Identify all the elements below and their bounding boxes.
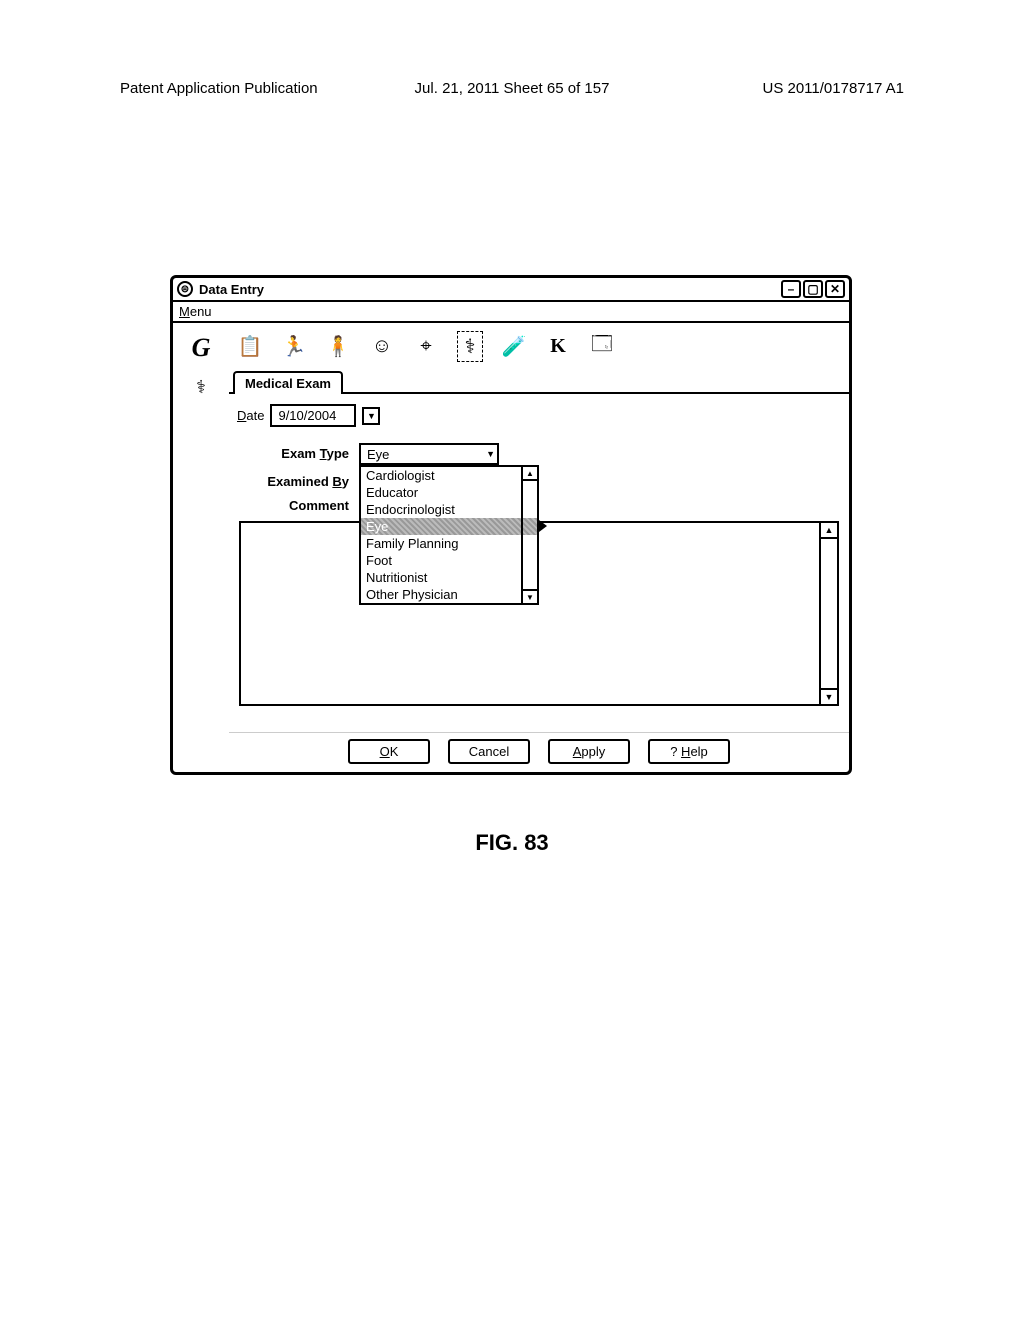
toolbar-icon-2[interactable]: 🏃 xyxy=(281,334,307,359)
maximize-button[interactable]: ▢ xyxy=(803,280,823,298)
scroll-down-icon[interactable]: ▼ xyxy=(523,589,537,603)
scroll-up-icon[interactable]: ▲ xyxy=(821,523,837,539)
help-button[interactable]: ? Help xyxy=(648,739,730,764)
chevron-down-icon: ▼ xyxy=(486,449,495,459)
toolbar-icon-5[interactable]: ⌖ xyxy=(413,335,439,358)
toolbar-icon-9[interactable]: 🗔 xyxy=(589,329,615,363)
dropdown-option-highlighted[interactable]: Eye xyxy=(361,518,537,535)
app-icon: ⊜ xyxy=(177,281,193,297)
page-header: Patent Application Publication Jul. 21, … xyxy=(0,80,1024,97)
scroll-down-icon[interactable]: ▼ xyxy=(821,688,837,704)
dropdown-option[interactable]: Educator xyxy=(361,484,537,501)
toolbar-icon-4[interactable]: ☺ xyxy=(369,335,395,358)
exam-type-value: Eye xyxy=(367,447,389,462)
dropdown-scrollbar[interactable]: ▲ ▼ xyxy=(521,467,537,603)
stethoscope-icon[interactable]: ⚕ xyxy=(196,377,206,398)
menu-item-menu[interactable]: Menu xyxy=(179,304,212,319)
tab-medical-exam[interactable]: Medical Exam xyxy=(233,371,343,394)
g-icon[interactable]: G xyxy=(192,333,211,363)
dialog-button-row: OK Cancel Apply ? Help xyxy=(229,732,849,772)
dropdown-option[interactable]: Cardiologist xyxy=(361,467,537,484)
left-icon-column: G ⚕ xyxy=(173,323,229,772)
data-entry-window: ⊜ Data Entry – ▢ ✕ Menu G ⚕ 📋 🏃 🧍 ☺ ⌖ ⚕ … xyxy=(170,275,852,775)
toolbar-icon-3[interactable]: 🧍 xyxy=(325,334,351,359)
tab-content: Date 9/10/2004 ▼ Exam Type Eye ▼ Cardiol… xyxy=(229,392,849,732)
header-right: US 2011/0178717 A1 xyxy=(762,80,904,97)
dropdown-option[interactable]: Nutritionist xyxy=(361,569,537,586)
toolbar: 📋 🏃 🧍 ☺ ⌖ ⚕ 🧪 K 🗔 xyxy=(229,323,849,367)
apply-button[interactable]: Apply xyxy=(548,739,630,764)
toolbar-icon-8[interactable]: K xyxy=(545,335,571,358)
date-label: Date xyxy=(237,408,264,423)
comment-label: Comment xyxy=(239,495,349,513)
comment-textarea[interactable]: ▲ ▼ xyxy=(239,521,839,706)
toolbar-icon-selected[interactable]: ⚕ xyxy=(457,331,483,362)
header-center: Jul. 21, 2011 Sheet 65 of 157 xyxy=(415,80,610,97)
date-dropdown-button[interactable]: ▼ xyxy=(362,407,380,425)
close-button[interactable]: ✕ xyxy=(825,280,845,298)
cancel-button[interactable]: Cancel xyxy=(448,739,530,764)
dropdown-option[interactable]: Foot xyxy=(361,552,537,569)
dropdown-option[interactable]: Other Physician xyxy=(361,586,537,603)
header-left: Patent Application Publication xyxy=(120,80,318,97)
ok-button[interactable]: OK xyxy=(348,739,430,764)
menubar: Menu xyxy=(173,302,849,323)
figure-caption: FIG. 83 xyxy=(0,830,1024,856)
scroll-up-icon[interactable]: ▲ xyxy=(523,467,537,481)
examined-by-label: Examined By xyxy=(239,471,349,489)
window-title: Data Entry xyxy=(199,282,264,297)
dropdown-option[interactable]: Family Planning xyxy=(361,535,537,552)
exam-type-dropdown[interactable]: Cardiologist Educator Endocrinologist Ey… xyxy=(359,465,539,605)
titlebar: ⊜ Data Entry – ▢ ✕ xyxy=(173,278,849,302)
toolbar-icon-1[interactable]: 📋 xyxy=(237,334,263,359)
dropdown-option[interactable]: Endocrinologist xyxy=(361,501,537,518)
toolbar-icon-7[interactable]: 🧪 xyxy=(501,334,527,359)
comment-scrollbar[interactable]: ▲ ▼ xyxy=(819,523,837,704)
date-input[interactable]: 9/10/2004 xyxy=(270,404,356,427)
exam-type-select[interactable]: Eye ▼ xyxy=(359,443,499,465)
exam-type-label: Exam Type xyxy=(239,443,349,465)
minimize-button[interactable]: – xyxy=(781,280,801,298)
